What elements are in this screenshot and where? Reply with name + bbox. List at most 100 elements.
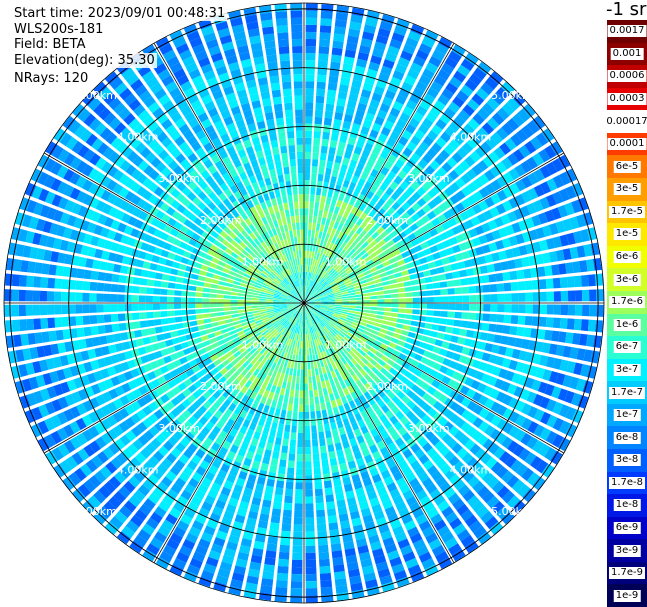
beta-gate bbox=[454, 311, 462, 319]
beta-gate bbox=[230, 310, 239, 315]
beta-gate bbox=[318, 551, 330, 560]
beta-gate bbox=[271, 508, 282, 517]
beta-gate bbox=[276, 401, 283, 410]
beta-gate bbox=[326, 437, 334, 446]
beta-gate bbox=[384, 303, 392, 308]
beta-gate bbox=[398, 308, 406, 314]
beta-gate bbox=[275, 579, 288, 588]
beta-gate bbox=[251, 297, 259, 301]
beta-gate bbox=[349, 297, 357, 301]
beta-gate bbox=[204, 277, 213, 283]
beta-gate bbox=[62, 266, 71, 277]
beta-gate bbox=[265, 550, 277, 559]
beta-gate bbox=[209, 288, 218, 294]
beta-gate bbox=[89, 315, 98, 325]
beta-gate bbox=[489, 313, 498, 323]
beta-gate bbox=[394, 328, 403, 334]
beta-gate bbox=[297, 432, 304, 441]
beta-gate bbox=[272, 451, 280, 460]
beta-gate bbox=[426, 290, 434, 296]
beta-gate bbox=[138, 312, 147, 320]
beta-gate bbox=[278, 394, 284, 403]
beta-gate bbox=[174, 283, 183, 290]
beta-gate bbox=[510, 281, 519, 291]
beta-gate bbox=[321, 593, 334, 602]
beta-gate bbox=[440, 288, 448, 295]
beta-gate bbox=[517, 315, 526, 325]
beta-gate bbox=[580, 274, 589, 287]
beta-gate bbox=[523, 268, 532, 279]
beta-gate bbox=[516, 269, 525, 280]
beta-gate bbox=[539, 304, 547, 315]
beta-gate bbox=[323, 423, 331, 432]
beta-gate bbox=[382, 285, 391, 290]
beta-gate bbox=[117, 294, 125, 302]
beta-gate bbox=[329, 204, 335, 213]
beta-gate bbox=[327, 408, 334, 417]
beta-gate bbox=[75, 280, 84, 291]
beta-gate bbox=[326, 501, 336, 510]
beta-gate bbox=[334, 578, 347, 587]
beta-gate bbox=[502, 271, 511, 281]
beta-gate bbox=[231, 313, 239, 318]
beta-gate bbox=[295, 475, 303, 483]
beta-gate bbox=[412, 291, 420, 297]
beta-gate bbox=[278, 551, 290, 560]
beta-gate bbox=[216, 298, 224, 303]
beta-gate bbox=[218, 320, 227, 326]
beta-gate bbox=[321, 409, 328, 418]
beta-gate bbox=[398, 292, 406, 298]
beta-gate bbox=[433, 296, 442, 303]
beta-gate bbox=[517, 281, 526, 291]
beta-gate bbox=[342, 300, 350, 303]
beta-gate bbox=[518, 304, 526, 314]
beta-gate bbox=[432, 317, 441, 324]
beta-gate bbox=[315, 495, 324, 504]
beta-gate bbox=[61, 291, 69, 302]
beta-gate bbox=[319, 224, 325, 232]
beta-gate bbox=[377, 303, 385, 307]
beta-gate bbox=[319, 152, 327, 161]
beta-gate bbox=[332, 40, 344, 49]
beta-gate bbox=[396, 318, 405, 324]
beta-gate bbox=[431, 275, 440, 282]
beta-gate bbox=[330, 536, 341, 545]
beta-gate bbox=[481, 274, 490, 284]
beta-gate bbox=[544, 265, 553, 277]
beta-gate bbox=[310, 236, 314, 245]
beta-gate bbox=[210, 283, 219, 289]
beta-gate bbox=[304, 158, 311, 167]
beta-gate bbox=[320, 195, 326, 204]
beta-gate bbox=[336, 420, 344, 429]
beta-gate bbox=[230, 299, 238, 303]
beta-gate bbox=[325, 103, 335, 112]
beta-gate bbox=[153, 280, 162, 288]
beta-gate bbox=[300, 369, 304, 377]
beta-gate bbox=[103, 314, 112, 323]
beta-gate bbox=[195, 297, 203, 303]
beta-gate bbox=[181, 315, 190, 322]
beta-gate bbox=[334, 442, 343, 451]
beta-gate bbox=[174, 290, 182, 296]
beta-gate bbox=[192, 267, 201, 275]
beta-gate bbox=[560, 290, 569, 302]
beta-gate bbox=[482, 284, 491, 293]
beta-gate bbox=[305, 503, 314, 511]
beta-gate bbox=[317, 381, 322, 390]
beta-gate bbox=[326, 160, 334, 169]
beta-gate bbox=[110, 283, 119, 293]
beta-gate bbox=[304, 208, 309, 216]
beta-gate bbox=[202, 292, 210, 298]
beta-gate bbox=[363, 296, 371, 300]
beta-gate bbox=[138, 295, 146, 303]
beta-gate bbox=[40, 318, 49, 330]
beta-gate bbox=[251, 295, 260, 298]
beta-gate bbox=[328, 522, 339, 531]
beta-gate bbox=[313, 467, 321, 476]
beta-gate bbox=[177, 329, 186, 336]
beta-gate bbox=[170, 268, 179, 276]
beta-gate bbox=[231, 288, 239, 293]
beta-gate bbox=[311, 229, 316, 238]
beta-gate bbox=[25, 304, 34, 316]
beta-gate bbox=[280, 387, 286, 396]
